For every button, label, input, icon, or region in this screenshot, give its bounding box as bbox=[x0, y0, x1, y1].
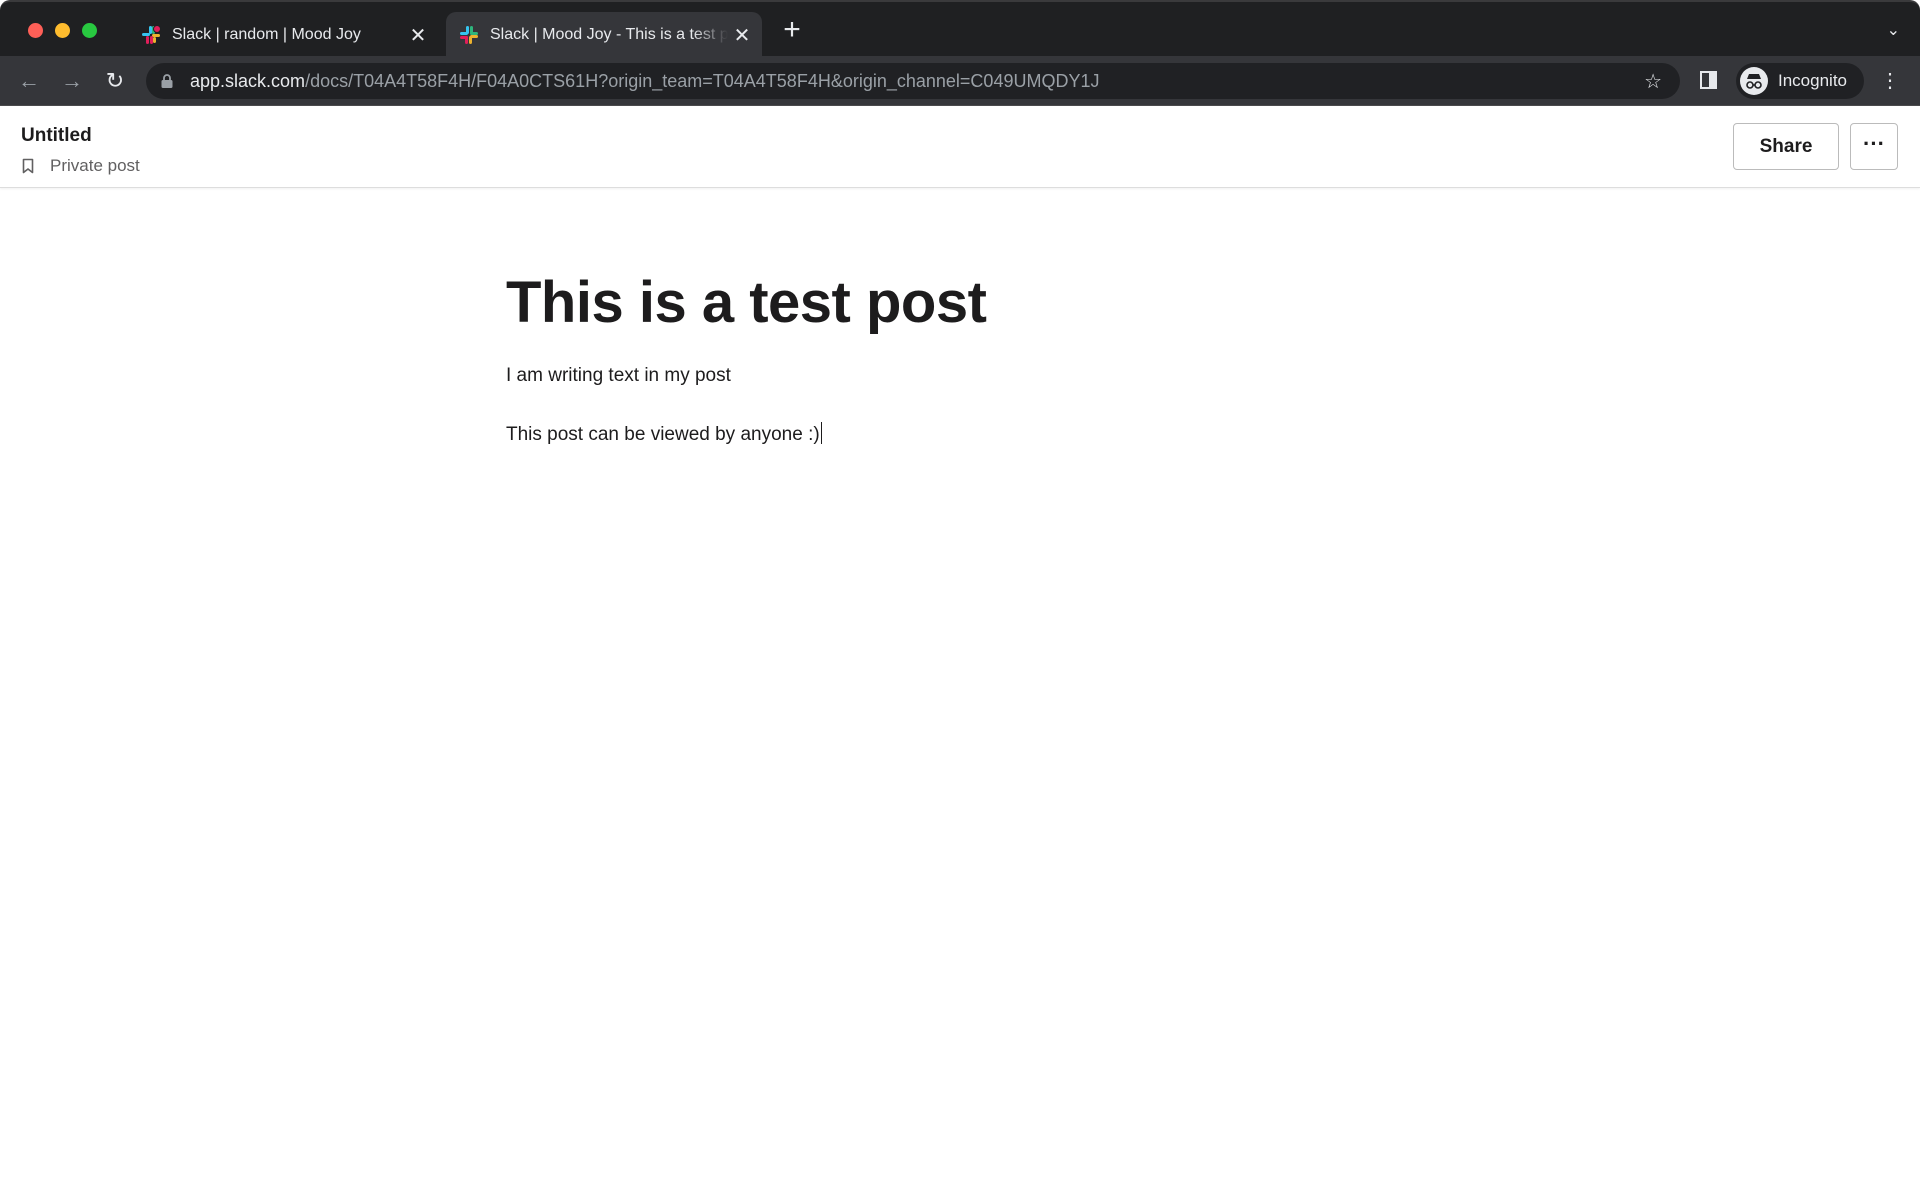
tab-title: Slack | random | Mood Joy bbox=[172, 26, 361, 43]
post-paragraph-text: This post can be viewed by anyone :) bbox=[506, 424, 820, 445]
tab-close-icon[interactable]: ✕ bbox=[728, 23, 756, 48]
incognito-icon bbox=[1740, 67, 1768, 95]
tab-title: Slack | Mood Joy - This is a test post bbox=[490, 26, 728, 43]
profile-label: Incognito bbox=[1778, 71, 1847, 90]
post-paragraph[interactable]: I am writing text in my post bbox=[506, 363, 1406, 389]
share-button[interactable]: Share bbox=[1733, 123, 1839, 170]
new-tab-button[interactable]: + bbox=[778, 15, 806, 45]
more-options-button[interactable]: ··· bbox=[1850, 123, 1898, 170]
window-zoom-button[interactable] bbox=[82, 23, 97, 38]
post-editor[interactable]: This is a test post I am writing text in… bbox=[506, 268, 1406, 448]
bookmark-star-icon[interactable]: ☆ bbox=[1644, 69, 1662, 94]
doc-privacy-status: Private post bbox=[22, 156, 140, 176]
back-arrow-icon[interactable]: ← bbox=[13, 65, 45, 97]
browser-tab[interactable]: Slack | random | Mood Joy ✕ bbox=[128, 12, 438, 58]
incognito-profile-button[interactable]: Incognito bbox=[1736, 63, 1864, 99]
url-path: /docs/T04A4T58F4H/F04A0CTS61H?origin_tea… bbox=[305, 70, 1100, 91]
reload-icon[interactable]: ↻ bbox=[99, 65, 131, 97]
lock-icon[interactable] bbox=[160, 73, 174, 89]
browser-tab-active[interactable]: Slack | Mood Joy - This is a test post ✕ bbox=[446, 12, 762, 58]
window-close-button[interactable] bbox=[28, 23, 43, 38]
forward-arrow-icon[interactable]: → bbox=[56, 65, 88, 97]
browser-toolbar: ← → ↻ app.slack.com/docs/T04A4T58F4H/F04… bbox=[0, 56, 1920, 106]
window-minimize-button[interactable] bbox=[55, 23, 70, 38]
doc-title[interactable]: Untitled bbox=[21, 125, 92, 147]
post-title[interactable]: This is a test post bbox=[506, 268, 1406, 338]
address-bar[interactable]: app.slack.com/docs/T04A4T58F4H/F04A0CTS6… bbox=[146, 63, 1680, 99]
post-paragraph[interactable]: This post can be viewed by anyone :) bbox=[506, 422, 1406, 448]
slack-logo-icon bbox=[142, 25, 161, 44]
text-cursor bbox=[820, 422, 823, 444]
doc-header: Untitled Private post Share ··· bbox=[0, 106, 1920, 188]
bookmark-icon bbox=[22, 158, 34, 174]
url-host: app.slack.com bbox=[190, 70, 306, 91]
url-text[interactable]: app.slack.com/docs/T04A4T58F4H/F04A0CTS6… bbox=[190, 71, 1099, 92]
browser-menu-icon[interactable]: ⋮ bbox=[1880, 69, 1900, 93]
browser-tab-strip: Slack | random | Mood Joy ✕ Slack | Mood… bbox=[0, 0, 1920, 58]
tab-close-icon[interactable]: ✕ bbox=[404, 23, 432, 48]
side-panel-icon[interactable] bbox=[1700, 71, 1717, 89]
slack-logo-icon bbox=[460, 26, 478, 44]
tab-search-chevron-icon[interactable]: ⌄ bbox=[1887, 20, 1900, 40]
privacy-label: Private post bbox=[50, 156, 140, 175]
